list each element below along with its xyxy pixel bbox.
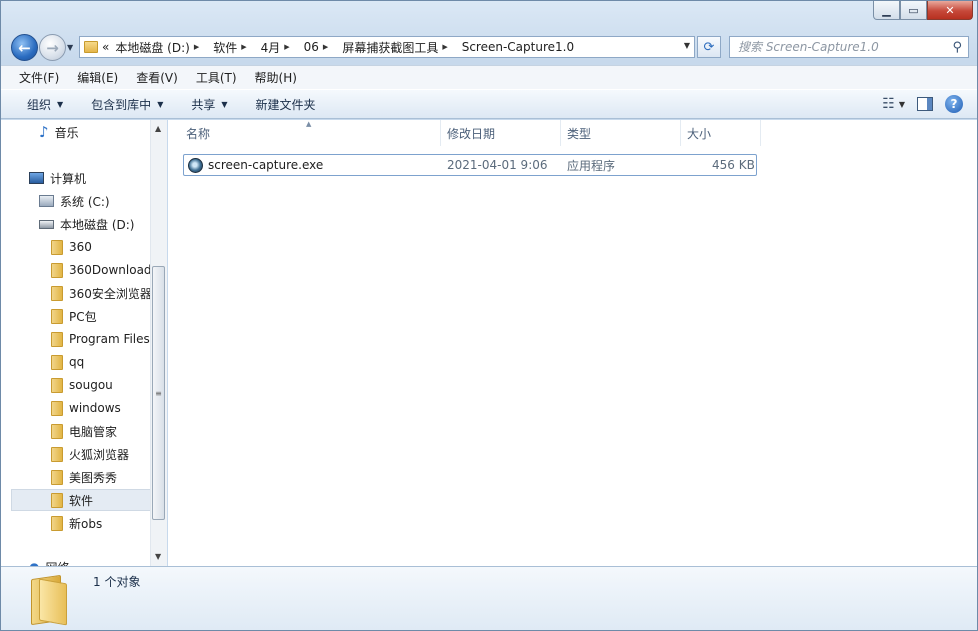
folder-icon [51, 239, 63, 255]
folder-icon [51, 331, 63, 347]
folder-icon [51, 285, 63, 301]
nav-pane-scrollbar[interactable]: ▲ ≡ ▼ [150, 120, 167, 566]
view-controls: ☷ ▼ ? [882, 95, 963, 113]
column-header-name[interactable]: 名称 [180, 120, 441, 146]
column-header-modified[interactable]: 修改日期 [441, 120, 561, 146]
refresh-button[interactable]: ⟳ [697, 36, 721, 58]
folder-icon [51, 262, 63, 278]
drive-c-icon [39, 195, 54, 207]
chevron-right-icon[interactable]: ▶ [323, 43, 328, 51]
minimize-button[interactable]: ▁ [873, 1, 900, 20]
chevron-right-icon[interactable]: ▶ [241, 43, 246, 51]
breadcrumb-overflow[interactable]: « [102, 40, 109, 54]
menu-view[interactable]: 查看(V) [126, 69, 186, 86]
window-title [81, 5, 231, 19]
title-bar: ▁ ▭ ✕ [1, 1, 977, 31]
folder-icon [51, 469, 63, 485]
menu-file[interactable]: 文件(F) [9, 69, 67, 86]
menu-help[interactable]: 帮助(H) [245, 69, 305, 86]
scroll-down-arrow-icon[interactable]: ▼ [155, 552, 161, 561]
scrollbar-thumb[interactable]: ≡ [152, 266, 165, 520]
recent-pages-dropdown[interactable]: ▼ [67, 43, 73, 52]
folder-icon [51, 308, 63, 324]
close-button[interactable]: ✕ [927, 1, 973, 20]
column-header-size[interactable]: 大小 [681, 120, 761, 146]
new-folder-button[interactable]: 新建文件夹 [246, 96, 326, 113]
file-size-cell: 456 KB [712, 158, 755, 172]
breadcrumb-06[interactable]: 06 ▶ [304, 40, 337, 54]
folder-icon [51, 492, 63, 508]
menu-tools[interactable]: 工具(T) [186, 69, 245, 86]
file-name-cell: screen-capture.exe [188, 155, 323, 175]
column-headers: ▲ 名称 修改日期 类型 大小 [168, 120, 768, 146]
breadcrumb-software[interactable]: 软件 ▶ [213, 39, 254, 56]
folder-icon [51, 446, 63, 462]
back-button[interactable]: ← [11, 34, 38, 61]
forward-button[interactable]: → [39, 34, 66, 61]
details-pane: 1 个对象 [1, 566, 977, 630]
tree-item-music[interactable]: ♪ 音乐 [39, 121, 166, 143]
computer-icon [29, 172, 44, 184]
item-count: 1 个对象 [93, 575, 141, 589]
menu-bar: 文件(F) 编辑(E) 查看(V) 工具(T) 帮助(H) [1, 65, 977, 89]
forward-arrow-icon: → [46, 38, 59, 57]
address-bar[interactable]: « 本地磁盘 (D:) ▶ 软件 ▶ 4月 ▶ 06 ▶ 屏幕捕获截图工具 ▶ Scree… [79, 36, 695, 58]
file-list-pane: ▲ 名称 修改日期 类型 大小 screen-capture.exe 2021-… [168, 120, 977, 566]
scroll-up-arrow-icon[interactable]: ▲ [155, 124, 161, 133]
caption-buttons: ▁ ▭ ✕ [873, 1, 973, 20]
navigation-pane: ♪ 音乐 计算机 系统 (C:) 本地磁盘 (D:) 360 360Downloa… [1, 120, 167, 566]
preview-pane-icon[interactable] [917, 97, 933, 111]
view-options-icon[interactable]: ☷ [882, 96, 895, 112]
column-header-type[interactable]: 类型 [561, 120, 681, 146]
explorer-window: ▁ ▭ ✕ ← → ▼ « 本地磁盘 (D:) ▶ 软件 ▶ 4月 ▶ 06 ▶ 屏幕捕… [0, 0, 978, 631]
chevron-right-icon[interactable]: ▶ [442, 43, 447, 51]
share-button[interactable]: 共享 ▼ [181, 96, 237, 113]
search-input[interactable] [738, 40, 938, 54]
folder-icon [51, 515, 63, 531]
music-icon: ♪ [39, 123, 49, 141]
tree-item-computer[interactable]: 计算机 [29, 167, 166, 189]
tree-item-drive-c[interactable]: 系统 (C:) [39, 190, 166, 212]
chevron-down-icon: ▼ [157, 99, 164, 109]
address-dropdown-button[interactable]: ▼ [684, 41, 690, 50]
breadcrumb-april[interactable]: 4月 ▶ [261, 39, 298, 56]
chevron-down-icon: ▼ [221, 99, 228, 109]
drive-d-icon [39, 219, 54, 229]
folder-icon [51, 423, 63, 439]
refresh-icon: ⟳ [703, 39, 715, 55]
file-modified-cell: 2021-04-01 9:06 [447, 158, 548, 172]
file-row[interactable]: screen-capture.exe 2021-04-01 9:06 应用程序 … [183, 154, 757, 176]
tree-item-drive-d[interactable]: 本地磁盘 (D:) [39, 213, 166, 235]
folder-icon [51, 400, 63, 416]
folder-icon [51, 377, 63, 393]
navigation-bar: ← → ▼ « 本地磁盘 (D:) ▶ 软件 ▶ 4月 ▶ 06 ▶ 屏幕捕获截图工具 ▶… [1, 31, 977, 65]
include-in-library-button[interactable]: 包含到库中 ▼ [81, 96, 173, 113]
chevron-down-icon[interactable]: ▼ [899, 100, 905, 109]
folder-icon [84, 41, 98, 53]
tree-item-software-selected[interactable]: 软件 [11, 489, 151, 511]
file-type-cell: 应用程序 [567, 158, 616, 173]
organize-button[interactable]: 组织 ▼ [17, 96, 73, 113]
search-icon[interactable]: ⚲ [952, 40, 962, 55]
chevron-right-icon[interactable]: ▶ [284, 43, 289, 51]
chevron-down-icon: ▼ [57, 99, 64, 109]
chevron-right-icon[interactable]: ▶ [194, 43, 199, 51]
search-box[interactable]: ⚲ [729, 36, 969, 58]
breadcrumb-drive-d[interactable]: 本地磁盘 (D:) ▶ [115, 39, 207, 56]
folder-icon [51, 354, 63, 370]
back-arrow-icon: ← [18, 38, 31, 57]
maximize-button[interactable]: ▭ [900, 1, 927, 20]
exe-icon [188, 157, 203, 173]
breadcrumb-screen-capture-tool[interactable]: 屏幕捕获截图工具 ▶ [342, 39, 455, 56]
menu-edit[interactable]: 编辑(E) [67, 69, 126, 86]
tree-item-network[interactable]: ●网络 [29, 556, 166, 566]
help-icon[interactable]: ? [945, 95, 963, 113]
command-bar: 组织 ▼ 包含到库中 ▼ 共享 ▼ 新建文件夹 ☷ ▼ ? [1, 89, 977, 119]
breadcrumb-screen-capture-1-0[interactable]: Screen-Capture1.0 [462, 40, 574, 54]
folder-large-icon [29, 571, 75, 626]
